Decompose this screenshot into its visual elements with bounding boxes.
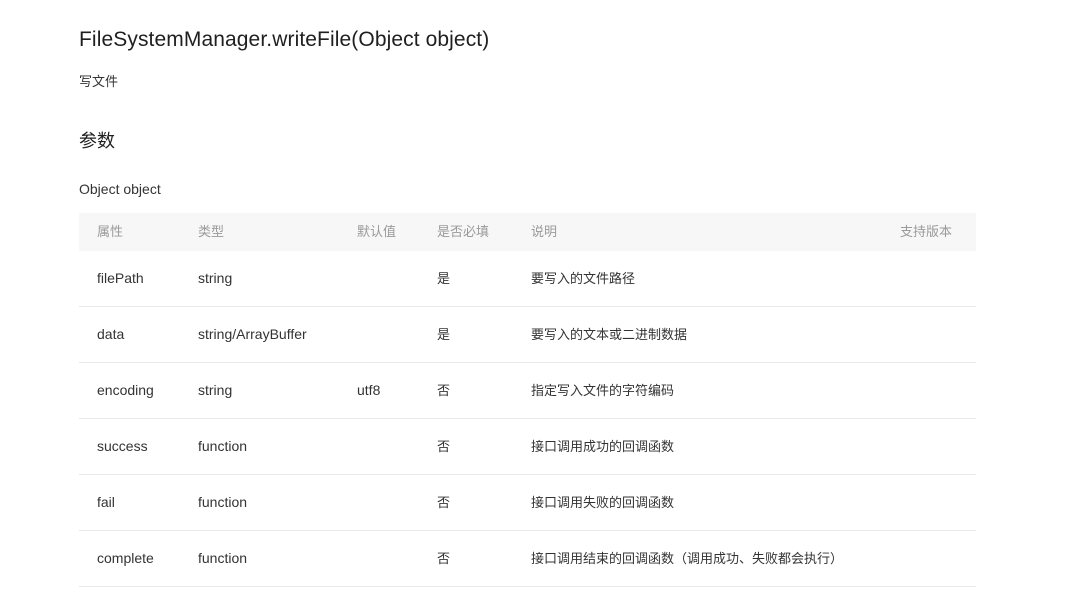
table-row: success function 否 接口调用成功的回调函数	[79, 419, 976, 475]
cell-description: 接口调用结束的回调函数（调用成功、失败都会执行）	[531, 551, 844, 566]
cell-name: filePath	[97, 270, 144, 286]
header-default: 默认值	[357, 224, 397, 239]
header-required: 是否必填	[437, 224, 490, 239]
cell-required: 否	[437, 439, 451, 454]
header-description: 说明	[531, 224, 558, 239]
cell-name: complete	[97, 550, 154, 566]
cell-name: encoding	[97, 382, 154, 398]
cell-type: string	[198, 270, 233, 286]
cell-name: fail	[97, 494, 115, 510]
cell-type: string	[198, 382, 233, 398]
cell-type: function	[198, 438, 248, 454]
table-row: fail function 否 接口调用失败的回调函数	[79, 475, 976, 531]
page-description: 写文件	[79, 74, 119, 89]
cell-name: data	[97, 326, 125, 342]
cell-required: 是	[437, 327, 451, 342]
cell-default: utf8	[357, 382, 381, 398]
header-name: 属性	[97, 224, 124, 239]
header-type: 类型	[198, 224, 225, 239]
cell-required: 否	[437, 495, 451, 510]
cell-type: string/ArrayBuffer	[198, 326, 307, 342]
table-row: complete function 否 接口调用结束的回调函数（调用成功、失败都…	[79, 531, 976, 587]
cell-description: 指定写入文件的字符编码	[531, 383, 675, 398]
section-heading-params: 参数	[79, 131, 115, 151]
cell-description: 接口调用成功的回调函数	[531, 439, 675, 454]
table-row: filePath string 是 要写入的文件路径	[79, 251, 976, 307]
param-table: 属性 类型 默认值 是否必填 说明 支持版本 filePath string 是…	[79, 213, 976, 587]
table-row: data string/ArrayBuffer 是 要写入的文本或二进制数据	[79, 307, 976, 363]
cell-name: success	[97, 438, 148, 454]
cell-required: 否	[437, 551, 451, 566]
cell-required: 否	[437, 383, 451, 398]
header-version: 支持版本	[900, 224, 953, 239]
page-title: FileSystemManager.writeFile(Object objec…	[79, 28, 490, 51]
cell-description: 接口调用失败的回调函数	[531, 495, 675, 510]
cell-type: function	[198, 494, 248, 510]
cell-description: 要写入的文本或二进制数据	[531, 327, 688, 342]
table-header-row: 属性 类型 默认值 是否必填 说明 支持版本	[79, 213, 976, 251]
cell-required: 是	[437, 271, 451, 286]
cell-type: function	[198, 550, 248, 566]
cell-description: 要写入的文件路径	[531, 271, 636, 286]
object-param-label: Object object	[79, 181, 161, 197]
table-row: encoding string utf8 否 指定写入文件的字符编码	[79, 363, 976, 419]
